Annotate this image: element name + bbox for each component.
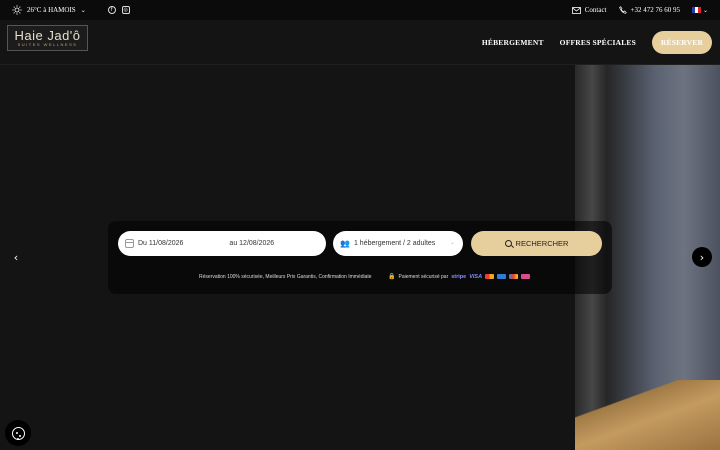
logo[interactable]: Haie Jad'ô SUITES WELLNESS [7, 25, 88, 51]
trust-text: Réservation 100% sécurisée, Meilleurs Pr… [199, 274, 372, 280]
bancontact-icon [509, 274, 519, 279]
date-to: au 12/08/2026 [229, 240, 275, 247]
cookie-icon [11, 426, 25, 440]
contact-link[interactable]: Contact [571, 6, 607, 14]
maestro-icon [521, 274, 531, 279]
amex-icon [497, 274, 507, 279]
search-icon [504, 240, 512, 247]
hero-slider: ‹ › Du 11/08/2026 au 12/08/2026 👥 1 hébe… [0, 65, 720, 450]
previous-slide-button[interactable]: ‹ [6, 247, 26, 267]
date-from: Du 11/08/2026 [138, 240, 184, 247]
phone-icon [618, 6, 627, 14]
language-selector[interactable]: ⌄ [691, 6, 708, 14]
mastercard-icon [485, 274, 495, 279]
contact-label: Contact [584, 6, 607, 14]
chevron-down-icon: ⌄ [80, 6, 86, 14]
reserve-button[interactable]: RÉSERVER [652, 31, 712, 54]
nav-item-offres-speciales[interactable]: OFFRES SPÉCIALES [560, 38, 636, 47]
cookie-settings-button[interactable] [5, 420, 31, 446]
facebook-icon[interactable]: f [107, 6, 116, 14]
instagram-icon[interactable]: ◎ [121, 6, 130, 14]
phone-number: +32 472 76 60 95 [630, 6, 680, 14]
sun-icon [12, 5, 22, 15]
search-button[interactable]: RECHERCHER [471, 231, 602, 256]
mail-icon [571, 6, 581, 14]
payment-info: 🔒 Paiement sécurisé par stripe VISA [388, 273, 531, 280]
payment-text: Paiement sécurisé par [398, 273, 449, 280]
visa-logo: VISA [469, 273, 483, 280]
main-navigation: Haie Jad'ô SUITES WELLNESS HÉBERGEMENT O… [0, 20, 720, 65]
people-icon: 👥 [340, 239, 350, 248]
guests-value: 1 hébergement / 2 adultes [353, 240, 436, 247]
chevron-right-icon: › [699, 250, 705, 264]
lock-icon: 🔒 [388, 273, 396, 280]
nav-item-hebergement[interactable]: HÉBERGEMENT [482, 38, 544, 47]
chevron-down-icon: ⌄ [702, 6, 708, 14]
guests-selector[interactable]: 👥 1 hébergement / 2 adultes ⌄ [333, 231, 463, 256]
top-bar: 26°C à HAMOIS ⌄ f ◎ Contact +32 472 76 6… [0, 0, 720, 20]
booking-panel: Du 11/08/2026 au 12/08/2026 👥 1 hébergem… [108, 221, 612, 294]
chevron-down-icon: ⌄ [449, 239, 455, 246]
weather-text: 26°C à HAMOIS [27, 6, 76, 14]
date-range-field[interactable]: Du 11/08/2026 au 12/08/2026 [118, 231, 326, 256]
logo-subtitle: SUITES WELLNESS [17, 42, 78, 47]
search-label: RECHERCHER [515, 239, 569, 248]
next-slide-button[interactable]: › [692, 247, 712, 267]
weather-widget[interactable]: 26°C à HAMOIS ⌄ [12, 5, 86, 15]
logo-text: Haie Jad'ô [14, 28, 81, 43]
french-flag-icon [691, 7, 701, 13]
chevron-left-icon: ‹ [13, 250, 19, 264]
phone-link[interactable]: +32 472 76 60 95 [618, 6, 680, 14]
stripe-logo: stripe [451, 273, 467, 280]
calendar-icon [125, 239, 134, 248]
